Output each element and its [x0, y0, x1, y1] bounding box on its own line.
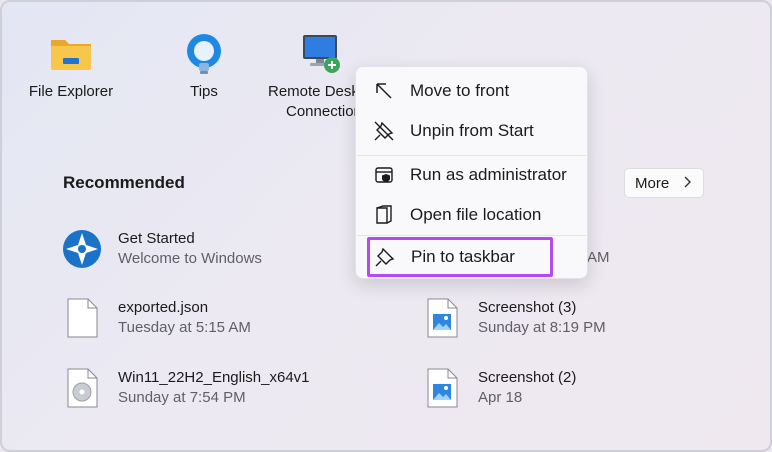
context-menu: Move to front Unpin from Start Run as ad… [355, 66, 588, 279]
recommended-item-screenshot-3[interactable]: Screenshot (3) Sunday at 8:19 PM [422, 293, 606, 343]
pinned-app-label: Tips [190, 83, 218, 100]
menu-item-open-file-location[interactable]: Open file location [366, 197, 571, 233]
start-menu: File Explorer Tips Remote Desk Connectio… [0, 0, 772, 452]
recommended-item-title: exported.json [118, 299, 209, 316]
lightbulb-icon [182, 32, 226, 76]
image-file-icon [422, 366, 462, 410]
recommended-item-subtitle: Sunday at 7:54 PM [118, 389, 246, 406]
arrow-up-left-icon [372, 79, 396, 103]
pin-icon [373, 245, 397, 269]
recommended-item-subtitle: Apr 18 [478, 389, 523, 406]
pinned-app-label: File Explorer [28, 83, 114, 100]
file-icon [62, 296, 102, 340]
menu-item-pin-to-taskbar[interactable]: Pin to taskbar [367, 237, 553, 277]
more-button[interactable]: More [624, 168, 704, 198]
shield-icon [372, 163, 396, 187]
recommended-title: Recommended [63, 173, 185, 192]
unpin-icon [372, 119, 396, 143]
menu-item-move-to-front[interactable]: Move to front [366, 73, 571, 109]
menu-separator [357, 235, 586, 236]
menu-item-label: Pin to taskbar [411, 247, 515, 266]
recommended-item-win11-iso[interactable]: Win11_22H2_English_x64v1 Sunday at 7:54 … [62, 363, 310, 413]
recommended-item-subtitle: Welcome to Windows [118, 250, 262, 267]
menu-item-unpin-from-start[interactable]: Unpin from Start [366, 113, 571, 149]
image-file-icon [422, 296, 462, 340]
pinned-app-tips[interactable]: Tips [139, 32, 269, 102]
menu-item-label: Unpin from Start [410, 121, 534, 140]
recommended-item-title: Get Started [118, 230, 195, 247]
recommended-item-title: Screenshot (3) [478, 299, 577, 316]
recommended-item-subtitle: Sunday at 8:19 PM [478, 319, 606, 336]
recommended-item-get-started[interactable]: Get Started Welcome to Windows [62, 224, 262, 274]
pinned-app-file-explorer[interactable]: File Explorer [6, 32, 136, 102]
menu-item-run-as-administrator[interactable]: Run as administrator [366, 157, 571, 193]
disc-image-icon [62, 366, 102, 410]
menu-item-label: Open file location [410, 205, 542, 224]
recommended-item-subtitle: Tuesday at 5:15 AM [118, 319, 251, 336]
recommended-item-title: Screenshot (2) [478, 369, 577, 386]
remote-desktop-icon [299, 32, 343, 76]
get-started-icon [62, 227, 102, 271]
menu-separator [357, 155, 586, 156]
recommended-item-title: Win11_22H2_English_x64v1 [118, 369, 310, 386]
partial-timestamp: AM [587, 249, 610, 266]
recommended-item-screenshot-2[interactable]: Screenshot (2) Apr 18 [422, 363, 576, 413]
menu-item-label: Run as administrator [410, 165, 567, 184]
recommended-item-exported-json[interactable]: exported.json Tuesday at 5:15 AM [62, 293, 251, 343]
more-button-label: More [635, 174, 670, 192]
folder-location-icon [372, 203, 396, 227]
folder-icon [49, 32, 93, 76]
chevron-right-icon [683, 175, 692, 192]
menu-item-label: Move to front [410, 81, 510, 100]
